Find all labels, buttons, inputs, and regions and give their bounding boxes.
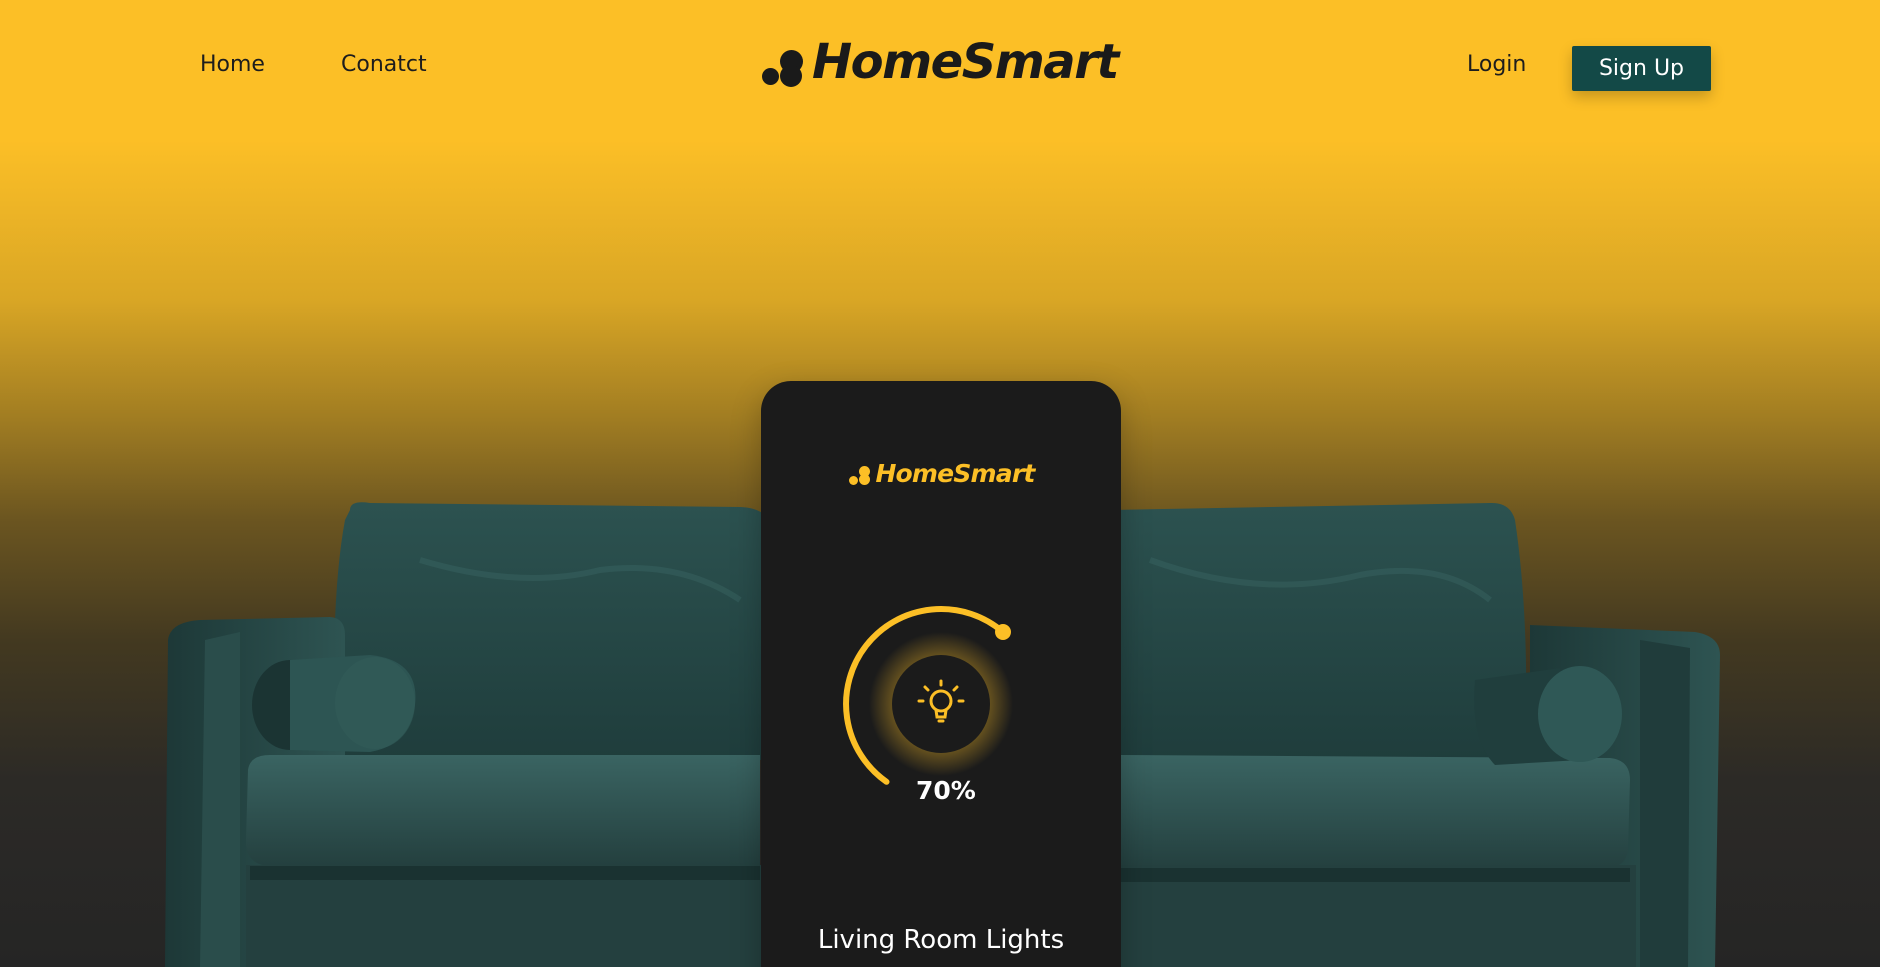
device-name: Living Room Lights bbox=[817, 925, 1065, 955]
landing-page: Home Conatct HomeSmart Login Sign Up Hom… bbox=[0, 0, 1880, 967]
logo-dots-icon bbox=[760, 38, 810, 87]
brand-name: HomeSmart bbox=[812, 34, 1119, 90]
sign-up-button[interactable]: Sign Up bbox=[1572, 46, 1711, 91]
login-link[interactable]: Login bbox=[1467, 52, 1526, 77]
brightness-percent: 70% bbox=[916, 776, 976, 805]
brand-logo[interactable]: HomeSmart bbox=[760, 34, 1119, 90]
nav-contact-link[interactable]: Conatct bbox=[341, 52, 427, 77]
nav-home-link[interactable]: Home bbox=[200, 52, 265, 77]
phone-mockup: HomeSmart 70% Living Room Lights bbox=[761, 381, 1121, 967]
dial-center bbox=[892, 655, 990, 753]
brightness-knob[interactable] bbox=[995, 624, 1011, 640]
brightness-dial[interactable] bbox=[761, 381, 1121, 967]
